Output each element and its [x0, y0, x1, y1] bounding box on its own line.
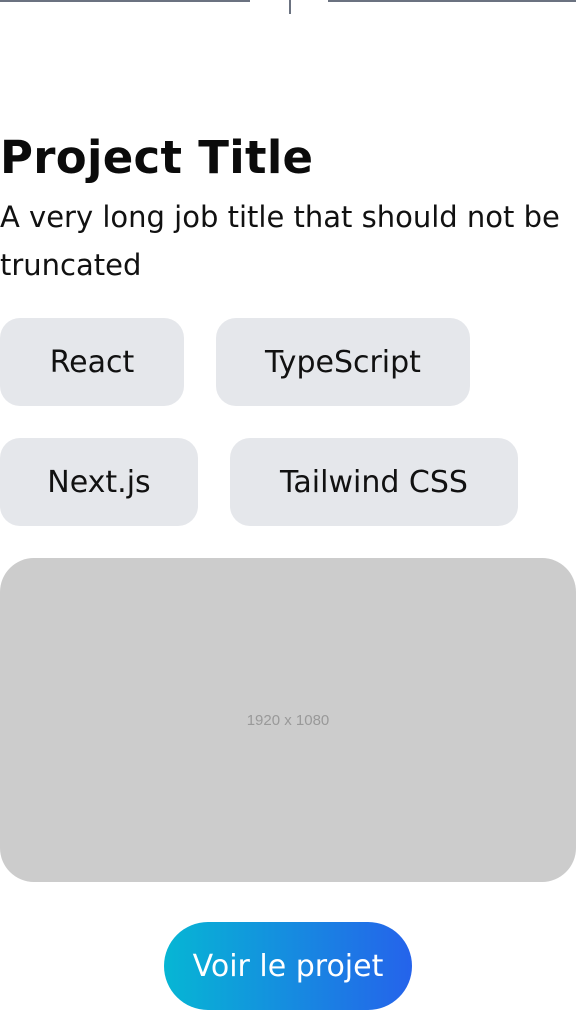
- timeline-line-left: [0, 0, 250, 2]
- timeline-connector: [0, 0, 576, 14]
- tag-tailwind-css: Tailwind CSS: [230, 438, 518, 526]
- tag-nextjs: Next.js: [0, 438, 198, 526]
- project-preview-image: 1920 x 1080: [0, 558, 576, 882]
- preview-placeholder-label: 1920 x 1080: [246, 711, 330, 729]
- timeline-line-right: [328, 0, 576, 2]
- tag-react: React: [0, 318, 184, 406]
- view-project-button[interactable]: Voir le projet: [164, 922, 412, 1010]
- project-title: Project Title: [0, 131, 314, 184]
- project-card: Project Title A very long job title that…: [0, 0, 576, 1010]
- tag-typescript: TypeScript: [216, 318, 470, 406]
- project-subtitle: A very long job title that should not be…: [0, 200, 560, 282]
- timeline-tick: [289, 0, 291, 14]
